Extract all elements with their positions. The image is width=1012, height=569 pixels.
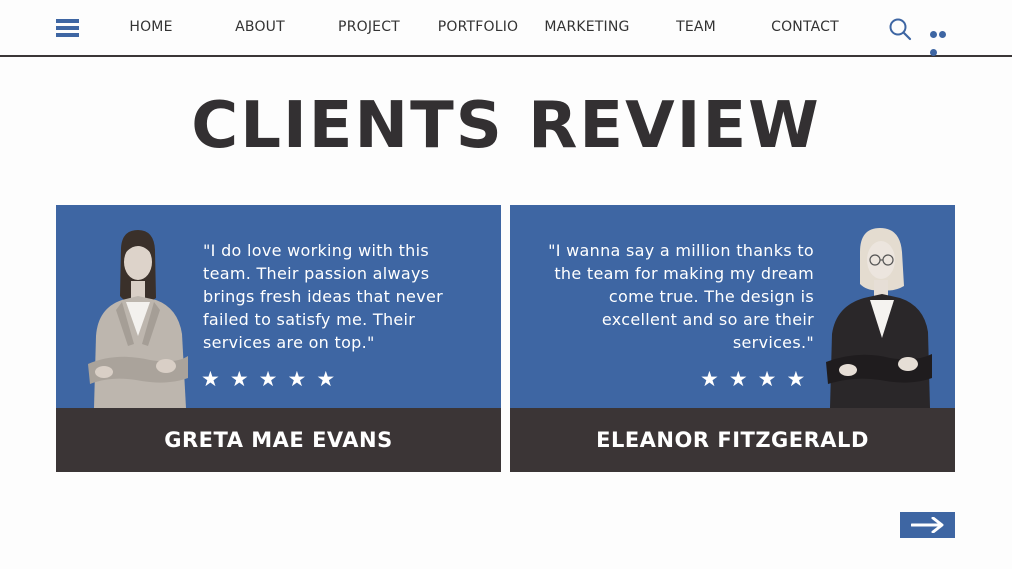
- page-title: CLIENTS REVIEW: [191, 89, 821, 163]
- client-photo: [826, 228, 932, 408]
- review-card: "I do love working with this team. Their…: [56, 205, 501, 472]
- star-icon: ★: [316, 368, 346, 391]
- review-quote: "I wanna say a million thanks to the tea…: [548, 241, 814, 352]
- hamburger-menu-icon[interactable]: [56, 19, 79, 38]
- review-name-bar: GRETA MAE EVANS: [56, 408, 501, 472]
- nav-item-portfolio[interactable]: PORTFOLIO: [438, 19, 519, 35]
- nav-item-project[interactable]: PROJECT: [338, 19, 400, 35]
- nav-item-marketing[interactable]: MARKETING: [544, 19, 629, 35]
- star-icon: ★: [728, 368, 758, 391]
- star-icon: ★: [201, 368, 230, 391]
- client-name: ELEANOR FITZGERALD: [596, 428, 869, 452]
- review-card: "I wanna say a million thanks to the tea…: [510, 205, 955, 472]
- star-icon: ★: [287, 368, 317, 391]
- client-photo: [88, 230, 188, 408]
- review-quote: "I do love working with this team. Their…: [203, 241, 443, 352]
- nav-item-team[interactable]: TEAM: [676, 19, 716, 35]
- star-icon: ★: [229, 368, 259, 391]
- review-card-body: "I wanna say a million thanks to the tea…: [510, 205, 955, 408]
- star-icon: ★: [700, 368, 729, 391]
- review-name-bar: ELEANOR FITZGERALD: [510, 408, 955, 472]
- star-icon: ★: [786, 368, 816, 391]
- client-name: GRETA MAE EVANS: [164, 428, 393, 452]
- star-icon: ★: [258, 368, 288, 391]
- nav-item-home[interactable]: HOME: [129, 19, 172, 35]
- nav-item-about[interactable]: ABOUT: [235, 19, 285, 35]
- next-button[interactable]: [900, 512, 955, 538]
- arrow-right-icon: [911, 517, 944, 533]
- search-icon[interactable]: [888, 17, 912, 41]
- top-nav: HOME ABOUT PROJECT PORTFOLIO MARKETING T…: [0, 0, 1012, 57]
- star-rating: ★★★★★: [201, 368, 345, 392]
- star-rating: ★★★★: [700, 368, 815, 392]
- nav-item-contact[interactable]: CONTACT: [771, 19, 839, 35]
- star-icon: ★: [757, 368, 787, 391]
- more-dots-icon[interactable]: [930, 25, 956, 56]
- review-card-body: "I do love working with this team. Their…: [56, 205, 501, 408]
